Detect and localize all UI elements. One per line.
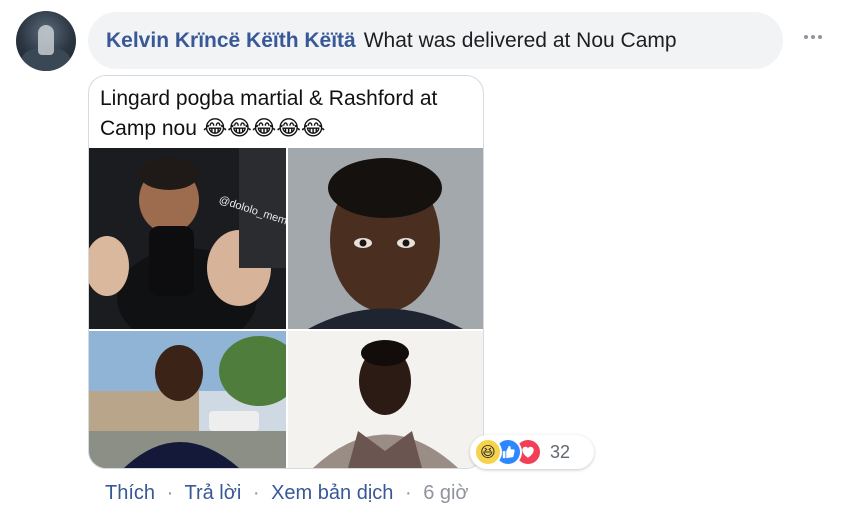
comment-author-link[interactable]: Kelvin Krïncë Këïth Këïtä (106, 29, 356, 53)
like-link[interactable]: Thích (105, 482, 155, 504)
separator: · (404, 482, 412, 504)
separator: · (166, 482, 174, 504)
comment-bubble: Kelvin Krïncë Këïth Këïtä What was deliv… (88, 12, 783, 69)
reaction-count: 32 (550, 441, 571, 462)
photo-bottom-left (89, 331, 286, 468)
haha-icon: 😆 (474, 438, 502, 466)
reply-link[interactable]: Trả lời (184, 482, 241, 504)
separator: · (252, 482, 260, 504)
more-options-icon[interactable] (804, 35, 822, 39)
commenter-avatar[interactable] (16, 11, 76, 71)
photo-top-right (288, 148, 483, 329)
image-photo-grid: @dololo_memes (89, 148, 483, 468)
comment-text: What was delivered at Nou Camp (363, 28, 677, 52)
comment-timestamp[interactable]: 6 giờ (423, 482, 468, 504)
see-translation-link[interactable]: Xem bản dịch (271, 482, 393, 504)
photo-bottom-right (288, 331, 483, 468)
reactions-summary[interactable]: 😆 32 (470, 435, 594, 469)
photo-top-left: @dololo_memes (89, 148, 286, 329)
comment-actions: Thích · Trả lời · Xem bản dịch · 6 giờ (105, 482, 469, 505)
image-caption: Lingard pogba martial & Rashford at Camp… (100, 87, 438, 140)
avatar-figure (38, 25, 54, 55)
comment-image-attachment[interactable]: Lingard pogba martial & Rashford at Camp… (88, 75, 484, 469)
